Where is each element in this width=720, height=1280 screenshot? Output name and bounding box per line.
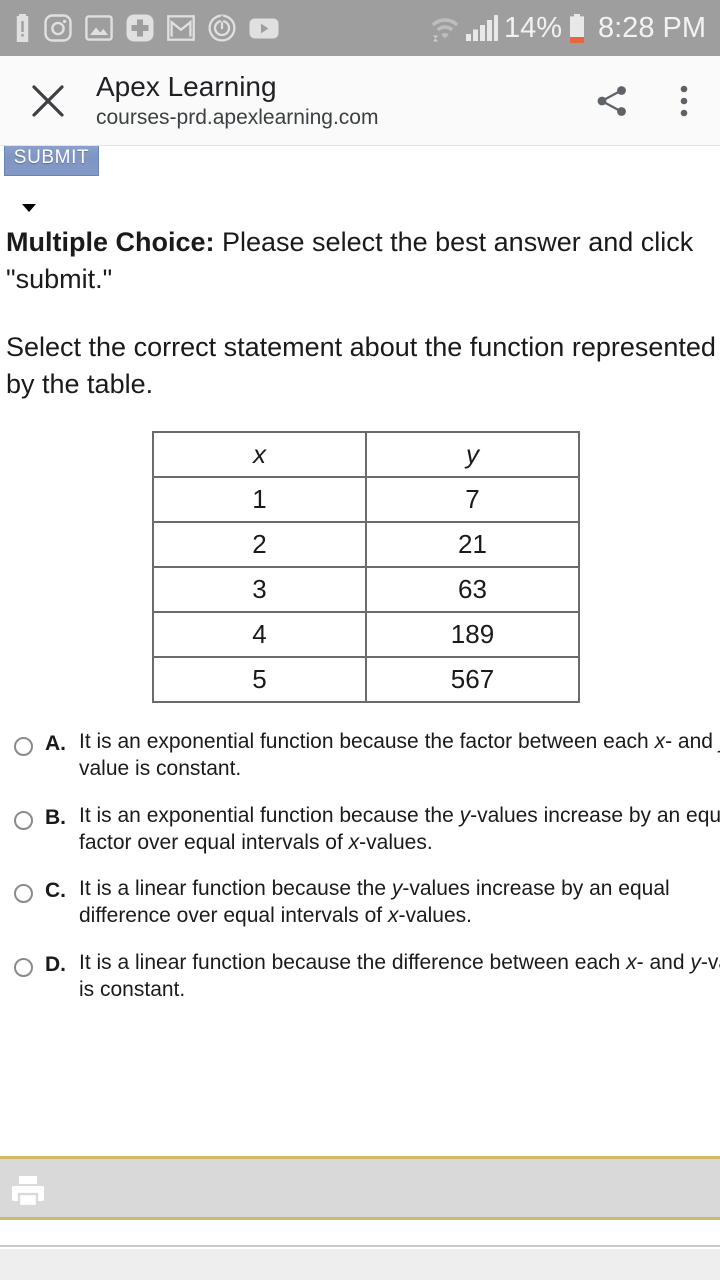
wifi-icon	[431, 18, 459, 42]
table-cell-x: 5	[152, 655, 367, 703]
option-text-a: It is an exponential function because th…	[79, 729, 720, 780]
radio-button-a[interactable]	[14, 736, 33, 756]
share-icon	[597, 86, 626, 116]
option-text-d: It is a linear function because the diff…	[79, 951, 720, 1001]
page-title: Apex Learning	[96, 70, 277, 102]
cellular-signal-icon	[465, 15, 498, 41]
table-cell-x: 1	[152, 475, 367, 523]
table-header-x: x	[152, 430, 367, 478]
android-status-bar: 14% 8:28 PM	[0, 0, 720, 56]
option-text-c: It is a linear function because the y-va…	[79, 877, 670, 928]
question-body: Multiple Choice: Please select the best …	[0, 224, 720, 1024]
web-content: SUBMIT Multiple Choice: Please select th…	[0, 146, 720, 1280]
instagram-icon	[44, 14, 72, 42]
screen: 14% 8:28 PM Apex Learning courses-prd.ap…	[0, 0, 720, 1280]
table-cell-y: 189	[365, 610, 580, 658]
gmail-icon	[167, 15, 195, 41]
submit-button[interactable]: SUBMIT	[4, 146, 99, 176]
table-cell-y: 7	[365, 475, 580, 523]
battery-percent-label: 14%	[503, 11, 562, 44]
answer-option-a[interactable]: A. It is an exponential function because…	[14, 729, 720, 783]
question-prompt: Select the correct statement about the f…	[6, 332, 716, 400]
close-tab-button[interactable]	[0, 56, 96, 146]
status-notification-icons	[14, 14, 279, 42]
table-row: 3 63	[152, 565, 580, 613]
table-cell-y: 567	[365, 655, 580, 703]
table-cell-x: 4	[152, 610, 367, 658]
table-body: x y 1 7 2 21 3 63 4 189 5 567	[152, 430, 580, 703]
page-bottom-toolbar	[0, 1156, 720, 1220]
question-instruction: Multiple Choice: Please select the best …	[0, 224, 706, 297]
function-table-wrapper: x y 1 7 2 21 3 63 4 189 5 567	[0, 430, 720, 703]
table-cell-x: 3	[152, 565, 367, 613]
print-button[interactable]	[10, 1173, 46, 1214]
table-cell-y: 63	[365, 565, 580, 613]
radio-button-b[interactable]	[14, 810, 33, 830]
medical-plus-icon	[126, 14, 154, 42]
answer-option-c[interactable]: C. It is a linear function because the y…	[14, 876, 720, 930]
clock-timer-icon	[208, 14, 236, 42]
option-letter-c: C.	[45, 879, 66, 903]
photos-icon	[85, 15, 113, 41]
function-table: x y 1 7 2 21 3 63 4 189 5 567	[152, 430, 580, 703]
browser-menu-button[interactable]	[648, 56, 720, 146]
answer-option-b[interactable]: B. It is an exponential function because…	[14, 803, 720, 857]
table-row: 4 189	[152, 610, 580, 658]
answer-option-d[interactable]: D. It is a linear function because the d…	[14, 950, 720, 1004]
close-icon	[32, 85, 64, 117]
share-button[interactable]	[576, 56, 648, 146]
table-row: 1 7	[152, 475, 580, 523]
status-system-icons: 14% 8:28 PM	[430, 11, 706, 44]
youtube-icon	[249, 18, 279, 38]
browser-toolbar: Apex Learning courses-prd.apexlearning.c…	[0, 56, 720, 146]
option-letter-d: D.	[45, 953, 66, 977]
option-letter-b: B.	[45, 805, 66, 829]
radio-button-c[interactable]	[14, 884, 33, 904]
instruction-label: Multiple Choice:	[6, 227, 215, 257]
table-row: 5 567	[152, 655, 580, 703]
more-vertical-icon	[680, 85, 688, 117]
table-cell-x: 2	[152, 520, 367, 568]
table-header-row: x y	[152, 430, 580, 478]
battery-low-icon	[570, 13, 584, 43]
submit-button-label: SUBMIT	[13, 147, 90, 168]
table-header-y: y	[365, 430, 580, 478]
radio-button-d[interactable]	[14, 958, 33, 978]
clock-label: 8:28 PM	[598, 11, 706, 44]
site-identity[interactable]: Apex Learning courses-prd.apexlearning.c…	[96, 71, 576, 132]
option-text-b: It is an exponential function because th…	[79, 803, 720, 854]
battery-alert-icon	[16, 14, 29, 42]
page-white-strip	[0, 1223, 720, 1247]
printer-icon	[12, 1176, 44, 1208]
page-empty-area	[0, 1249, 720, 1280]
answer-choices: A. It is an exponential function because…	[0, 729, 720, 1004]
table-row: 2 21	[152, 520, 580, 568]
chevron-down-icon[interactable]	[22, 204, 36, 212]
table-cell-y: 21	[365, 520, 580, 568]
option-letter-a: A.	[45, 731, 66, 755]
page-url: courses-prd.apexlearning.com	[96, 106, 379, 130]
